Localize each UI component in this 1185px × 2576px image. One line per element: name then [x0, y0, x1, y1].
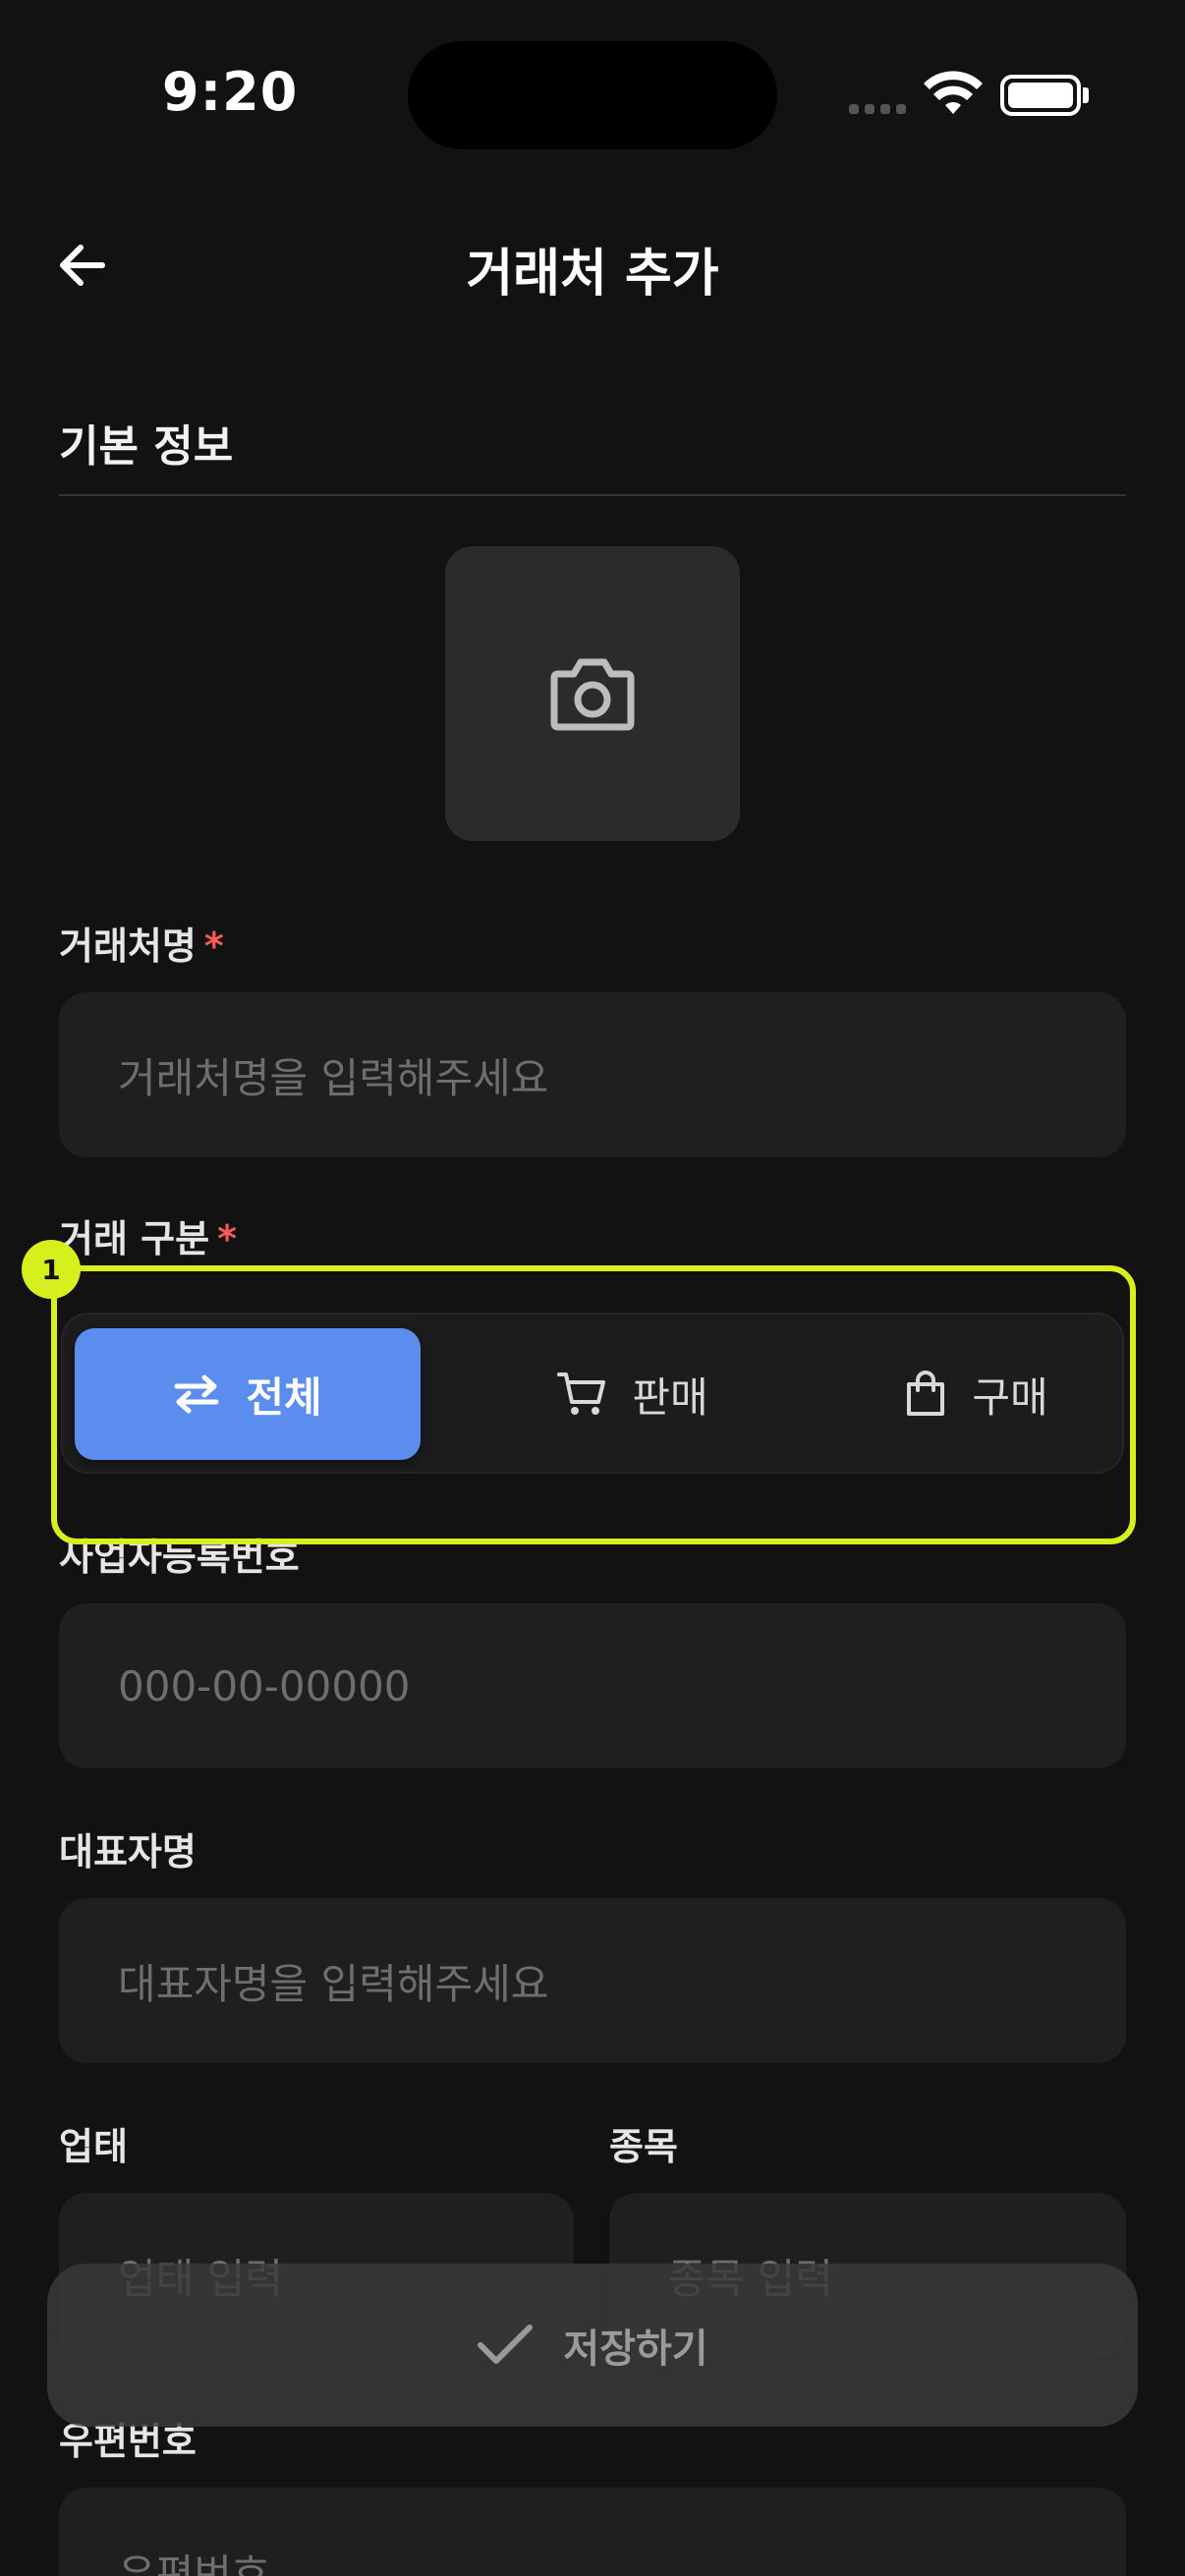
item-label: 종목 — [609, 2125, 678, 2168]
status-time: 9:20 — [162, 61, 299, 123]
camera-icon — [550, 658, 635, 731]
section-divider — [59, 494, 1126, 496]
type-label-text: 거래 구분 — [59, 1217, 210, 1260]
battery-icon — [1000, 75, 1081, 116]
annotation-highlight — [51, 1265, 1136, 1544]
annotation-badge: 1 — [22, 1240, 81, 1299]
required-mark: * — [217, 1217, 237, 1260]
ceo-input[interactable]: 대표자명을 입력해주세요 — [59, 1898, 1126, 2063]
biz-number-placeholder: 000-00-00000 — [118, 1661, 411, 1710]
cellular-signal-icon — [849, 104, 906, 114]
name-input[interactable]: 거래처명을 입력해주세요 — [59, 992, 1126, 1157]
ceo-label: 대표자명 — [59, 1830, 197, 1874]
photo-upload-button[interactable] — [445, 546, 740, 841]
zip-input[interactable]: 우편번호 — [59, 2488, 1126, 2576]
name-label: 거래처명 * — [59, 916, 224, 970]
category-label: 업태 — [59, 2125, 128, 2168]
wifi-icon — [924, 71, 983, 114]
save-label: 저장하기 — [563, 2326, 708, 2372]
biz-number-input[interactable]: 000-00-00000 — [59, 1603, 1126, 1768]
save-button[interactable]: 저장하기 — [47, 2264, 1138, 2427]
name-label-text: 거래처명 — [59, 924, 197, 968]
dynamic-island — [408, 41, 777, 149]
type-label: 거래 구분 * — [59, 1208, 237, 1262]
name-placeholder: 거래처명을 입력해주세요 — [118, 1053, 549, 1102]
required-mark: * — [203, 924, 224, 968]
battery-tip — [1083, 87, 1089, 103]
section-title: 기본 정보 — [59, 421, 234, 472]
page-title: 거래처 추가 — [466, 245, 719, 304]
zip-placeholder: 우편번호 — [118, 2550, 270, 2576]
ceo-placeholder: 대표자명을 입력해주세요 — [118, 1959, 549, 2008]
check-icon — [478, 2324, 534, 2364]
